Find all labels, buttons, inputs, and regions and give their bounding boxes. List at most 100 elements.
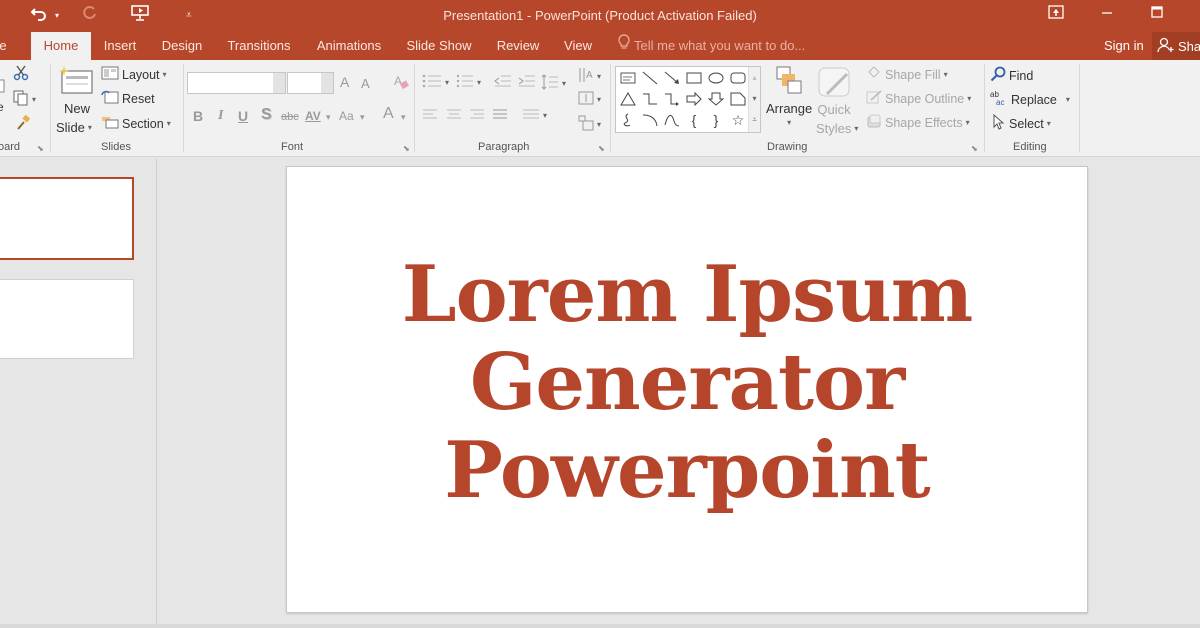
format-painter-button[interactable] (15, 114, 31, 134)
shrink-font-button[interactable]: A (361, 76, 370, 91)
tab-view[interactable]: View (556, 32, 600, 60)
shape-oval[interactable] (706, 69, 726, 87)
shape-arc[interactable] (640, 111, 660, 129)
tab-review[interactable]: Review (490, 32, 546, 60)
align-right-button[interactable] (469, 108, 485, 123)
font-color-button[interactable]: A (383, 105, 394, 123)
italic-button[interactable]: I (218, 108, 223, 124)
tab-design[interactable]: Design (154, 32, 210, 60)
shape-curve[interactable] (662, 111, 682, 129)
shape-freeform[interactable] (618, 111, 638, 129)
slide-thumbnail-2[interactable] (0, 279, 134, 359)
new-slide-label-2: Slide (56, 120, 85, 135)
more-shapes-icon[interactable]: ⩡ (749, 109, 760, 130)
strikethrough-button[interactable]: abc (281, 111, 299, 123)
tell-me-search[interactable]: Tell me what you want to do... (618, 32, 805, 60)
convert-smartart-button[interactable]: ▾ (578, 115, 601, 134)
grow-font-button[interactable]: A (340, 74, 349, 90)
tab-home[interactable]: Home (31, 32, 91, 60)
font-launcher[interactable]: ⬊ (403, 144, 410, 153)
character-spacing-button[interactable]: AV (305, 109, 321, 123)
quick-styles-dropdown[interactable]: Styles ▾ (816, 121, 858, 136)
underline-button[interactable]: U (238, 108, 248, 124)
bold-button[interactable]: B (193, 108, 203, 124)
change-case-button[interactable]: Aa (339, 109, 354, 123)
new-slide-dropdown[interactable]: Slide ▾ (56, 120, 92, 135)
shape-outline-button[interactable]: Shape Outline ▾ (866, 90, 971, 107)
justify-button[interactable] (492, 108, 508, 123)
shape-arrow[interactable] (662, 69, 682, 87)
slide-canvas[interactable]: Lorem Ipsum Generator Powerpoint (286, 166, 1088, 613)
font-name-dropdown[interactable] (273, 73, 285, 93)
tab-insert[interactable]: Insert (96, 32, 144, 60)
shape-effects-button[interactable]: Shape Effects ▾ (866, 114, 970, 131)
title-bar: ▾ ⩡ Presentation1 - PowerPoint (Product … (0, 0, 1200, 32)
align-left-button[interactable] (422, 108, 438, 123)
chevron-down-icon[interactable]: ▾ (360, 112, 365, 123)
clipboard-launcher[interactable]: ⬊ (37, 144, 44, 153)
font-size-dropdown[interactable] (321, 73, 333, 93)
section-button[interactable]: Section ▾ (101, 115, 171, 132)
scroll-down-icon[interactable]: ▾ (749, 88, 760, 109)
shapes-gallery-scroll[interactable]: ▴ ▾ ⩡ (748, 67, 760, 132)
decrease-indent-button[interactable] (494, 74, 512, 91)
svg-text:ac: ac (996, 98, 1004, 106)
copy-icon (13, 90, 29, 109)
chevron-down-icon[interactable]: ▾ (326, 112, 331, 123)
share-button[interactable]: Sha (1152, 32, 1200, 60)
shape-left-brace[interactable]: { (684, 111, 704, 129)
shape-right-brace[interactable]: } (706, 111, 726, 129)
shape-right-arrow[interactable] (684, 90, 704, 108)
drawing-launcher[interactable]: ⬊ (971, 144, 978, 153)
align-center-button[interactable] (446, 108, 462, 123)
line-spacing-button[interactable]: ▾ (541, 74, 566, 93)
tab-slide-show[interactable]: Slide Show (400, 32, 478, 60)
font-name-input[interactable] (187, 72, 286, 94)
maximize-button[interactable] (1142, 3, 1172, 25)
shapes-gallery[interactable]: { } ☆ ▴ ▾ ⩡ (615, 66, 761, 133)
shape-down-arrow[interactable] (706, 90, 726, 108)
text-direction-button[interactable]: A ▾ (578, 66, 601, 87)
replace-button[interactable]: ab ac Replace ▾ (990, 90, 1070, 109)
scroll-up-icon[interactable]: ▴ (749, 67, 760, 88)
arrange-button[interactable]: Arrange ▾ (766, 66, 812, 127)
bullets-button[interactable]: ▾ (422, 74, 449, 91)
find-button[interactable]: Find (990, 66, 1033, 85)
cut-button[interactable] (13, 65, 29, 84)
shape-elbow-arrow[interactable] (662, 90, 682, 108)
chevron-down-icon[interactable]: ▾ (401, 112, 406, 123)
shape-snip-rectangle[interactable] (728, 90, 748, 108)
reset-button[interactable]: Reset (101, 90, 155, 107)
tab-transitions[interactable]: Transitions (222, 32, 296, 60)
align-text-button[interactable]: ▾ (578, 90, 601, 109)
layout-button[interactable]: Layout ▾ (101, 66, 167, 83)
chevron-down-icon: ▾ (445, 78, 450, 87)
numbering-button[interactable]: ▾ (456, 74, 481, 91)
shape-fill-button[interactable]: Shape Fill ▾ (866, 66, 948, 83)
select-button[interactable]: Select ▾ (992, 113, 1051, 133)
shape-star[interactable]: ☆ (728, 111, 748, 129)
columns-button[interactable]: ▾ (522, 108, 547, 123)
new-slide-button[interactable]: New (59, 66, 95, 116)
slide-title-textbox[interactable]: Lorem Ipsum Generator Powerpoint (287, 251, 1087, 515)
ribbon-display-options-button[interactable] (1041, 3, 1071, 25)
shape-triangle[interactable] (618, 90, 638, 108)
shape-line[interactable] (640, 69, 660, 87)
shape-rounded-rectangle[interactable] (728, 69, 748, 87)
shape-elbow-connector[interactable] (640, 90, 660, 108)
slide-thumbnail-1[interactable] (0, 177, 134, 260)
tab-animations[interactable]: Animations (310, 32, 388, 60)
quick-styles-button[interactable]: Quick (817, 66, 851, 117)
font-size-input[interactable] (287, 72, 334, 94)
increase-indent-button[interactable] (518, 74, 536, 91)
cursor-arrow-icon (992, 113, 1006, 133)
paragraph-launcher[interactable]: ⬊ (598, 144, 605, 153)
tab-file[interactable]: e (0, 32, 10, 60)
shape-textbox[interactable] (618, 69, 638, 87)
copy-button[interactable]: ▾ (13, 90, 36, 109)
minimize-button[interactable] (1092, 3, 1122, 25)
shadow-button[interactable]: S (261, 106, 272, 124)
shape-rectangle[interactable] (684, 69, 704, 87)
clear-formatting-button[interactable]: A (393, 73, 409, 94)
sign-in-link[interactable]: Sign in (1104, 32, 1144, 60)
